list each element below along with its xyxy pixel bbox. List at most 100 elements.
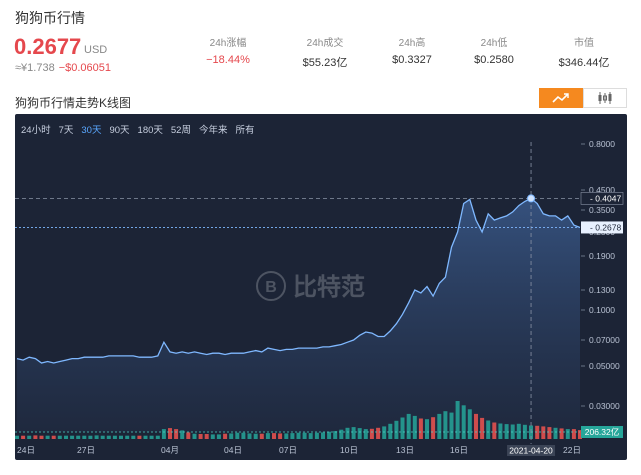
y-tick-label: 0.07000 xyxy=(589,335,620,345)
volume-bar xyxy=(516,423,521,439)
volume-bar xyxy=(474,413,478,439)
volume-bar xyxy=(541,426,546,439)
stat-value: $55.23亿 xyxy=(302,57,348,69)
volume-bar xyxy=(480,417,485,439)
volume-bar xyxy=(210,434,215,439)
volume-bar xyxy=(186,432,191,439)
volume-bar xyxy=(51,435,56,439)
volume-bar xyxy=(155,435,160,439)
watermark-text: 比特范 xyxy=(293,274,365,301)
volume-bar xyxy=(235,432,240,439)
y-tick-label: 0.05000 xyxy=(589,361,620,371)
volume-bar xyxy=(94,435,99,439)
line-chart-icon xyxy=(552,93,569,103)
x-tick-label: 13日 xyxy=(396,445,414,455)
volume-bar xyxy=(449,412,454,439)
volume-bar xyxy=(400,417,405,439)
price-chart[interactable]: 24小时 7天 30天 90天 180天 52周 今年来 所有 206.32亿 0.8000 0… xyxy=(15,114,627,460)
y-tick-label: 0.3500 xyxy=(589,205,615,215)
volume-bar xyxy=(351,427,356,439)
volume-bar xyxy=(174,429,179,439)
volume-bar xyxy=(302,432,307,439)
volume-bar xyxy=(357,428,362,439)
volume-bar xyxy=(143,435,148,439)
chart-canvas: 206.32亿 0.80000.45000.35000.25000.19000.… xyxy=(15,139,624,456)
stat-24h-low: 24h低 $0.2580 xyxy=(444,34,544,66)
volume-bar xyxy=(265,433,270,439)
volume-bar xyxy=(345,427,350,439)
y-tick-label: 0.1300 xyxy=(589,285,615,295)
volume-bar xyxy=(504,424,509,439)
line-view-toggle[interactable] xyxy=(539,88,583,108)
volume-bar xyxy=(565,429,570,439)
section-title: 狗狗币行情走势K线图 xyxy=(15,96,132,110)
volume-bar xyxy=(15,435,19,439)
volume-bar xyxy=(443,411,448,439)
volume-bar xyxy=(382,426,387,439)
volume-bar xyxy=(455,401,460,439)
volume-bar xyxy=(131,435,136,439)
volume-bar xyxy=(192,433,197,439)
volume-bar xyxy=(431,417,436,439)
stat-value: $346.44亿 xyxy=(558,57,610,69)
volume-bar xyxy=(376,427,381,439)
price-subline: ≈¥1.738 −$0.06051 xyxy=(15,62,111,74)
x-tick-label: 04月 xyxy=(161,445,179,455)
x-tick-label: 24日 xyxy=(17,445,35,455)
volume-bar xyxy=(161,429,166,439)
volume-bar xyxy=(82,435,87,439)
volume-bar xyxy=(278,433,283,439)
volume-bar xyxy=(412,415,417,439)
crosshair-date-label: 2021-04-20 xyxy=(509,446,553,456)
volume-bar xyxy=(223,433,228,439)
stat-market-cap: 市值 $346.44亿 xyxy=(534,34,634,70)
volume-bar xyxy=(88,435,93,439)
volume-bar xyxy=(112,435,117,439)
volume-bar xyxy=(314,432,319,439)
x-tick-label: 04日 xyxy=(224,445,242,455)
x-tick-label: 22日 xyxy=(563,445,581,455)
volume-bar xyxy=(27,435,32,439)
volume-bar xyxy=(308,433,313,439)
volume-bar xyxy=(119,435,123,439)
cny-price: ≈¥1.738 xyxy=(15,62,55,74)
y-tick-label: 0.03000 xyxy=(589,401,620,411)
volume-bar xyxy=(369,428,374,439)
crosshair-price-label: - 0.4047 xyxy=(590,193,621,203)
volume-bar xyxy=(216,434,221,439)
crosshair-point xyxy=(527,194,536,203)
volume-bar xyxy=(253,433,258,439)
volume-bar xyxy=(406,413,411,439)
volume-bar xyxy=(492,422,497,439)
volume-bar xyxy=(247,433,252,439)
volume-bar xyxy=(125,435,130,439)
stat-label: 24h成交 xyxy=(306,38,344,49)
x-tick-label: 27日 xyxy=(77,445,95,455)
volume-bar xyxy=(339,429,344,439)
volume-bar xyxy=(418,418,423,439)
y-tick-label: 0.1900 xyxy=(589,251,615,261)
watermark-logo-glyph: B xyxy=(265,279,277,296)
volume-bar xyxy=(467,409,472,439)
volume-bar xyxy=(290,433,295,439)
volume-bar xyxy=(45,435,50,439)
volume-bar xyxy=(425,419,429,439)
volume-bar xyxy=(486,420,491,439)
volume-label: 206.32亿 xyxy=(585,427,620,437)
volume-bar xyxy=(241,432,246,439)
candlestick-view-toggle[interactable] xyxy=(583,88,627,108)
volume-bar xyxy=(498,423,503,439)
stat-label: 24h低 xyxy=(480,38,508,49)
page-title: 狗狗币行情 xyxy=(15,10,85,26)
volume-bar xyxy=(284,433,289,439)
volume-bar xyxy=(204,434,209,439)
current-price: 0.2677 xyxy=(14,34,82,59)
volume-bar xyxy=(137,435,142,439)
volume-bar xyxy=(149,435,154,439)
stat-value: $0.2580 xyxy=(474,54,514,66)
volume-bar xyxy=(437,413,442,439)
volume-bar xyxy=(21,435,26,439)
stat-value: $0.3327 xyxy=(392,54,432,66)
x-tick-label: 07日 xyxy=(279,445,297,455)
price-change: −$0.06051 xyxy=(58,62,111,74)
